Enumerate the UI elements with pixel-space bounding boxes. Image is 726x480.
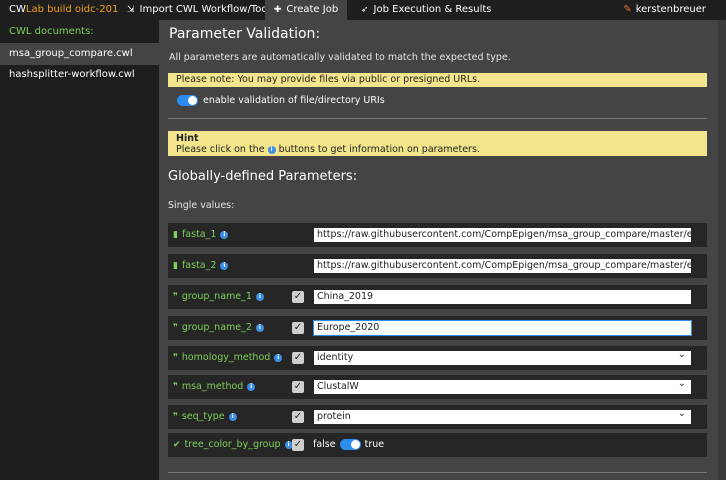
uri-validation-label: enable validation of file/directory URIs: [203, 95, 385, 106]
sidebar-item-hashsplitter[interactable]: hashsplitter-workflow.cwl: [0, 64, 159, 86]
quote-icon: ❞: [173, 323, 178, 333]
presigned-url-note: Please note: You may provide files via p…: [168, 73, 707, 87]
param-row-seq-type: ❞ seq_type i ✓ protein: [168, 405, 707, 429]
hint-title: Hint: [176, 133, 199, 144]
param-enabled-checkbox[interactable]: ✓: [292, 411, 304, 423]
nav-create-job[interactable]: ✚ Create Job: [265, 0, 347, 20]
brand-build: Lab build oidc-201: [25, 4, 119, 15]
quote-icon: ❞: [173, 353, 178, 363]
rocket-icon: ➶: [361, 5, 369, 15]
fasta-2-input[interactable]: https://raw.githubusercontent.com/CompEp…: [314, 259, 691, 273]
tree-color-toggle[interactable]: [339, 439, 361, 450]
param-enabled-checkbox[interactable]: ✓: [292, 439, 304, 451]
param-enabled-checkbox[interactable]: ✓: [292, 381, 304, 393]
param-label: ❞ homology_method i: [173, 346, 283, 370]
param-name: fasta_1: [181, 229, 217, 240]
param-label: ❞ group_name_2 i: [173, 316, 264, 340]
nav-import-cwl[interactable]: ⇲ Import CWL Workflow/Tool: [127, 0, 270, 20]
validation-title: Parameter Validation:: [169, 26, 321, 42]
uri-validation-row: enable validation of file/directory URIs: [177, 95, 385, 106]
param-name: msa_method: [181, 381, 244, 392]
nav-job-execution[interactable]: ➶ Job Execution & Results: [361, 0, 491, 20]
info-icon[interactable]: i: [274, 353, 283, 362]
pen-icon: ✎: [623, 4, 632, 15]
plus-icon: ✚: [273, 5, 282, 15]
info-icon[interactable]: i: [255, 323, 264, 332]
hint-text-before: Please click on the: [176, 144, 265, 155]
single-values-heading: Single values:: [168, 200, 235, 211]
quote-icon: ❞: [173, 292, 178, 302]
param-label: ❞ msa_method i: [173, 375, 256, 399]
user-menu[interactable]: ✎ kerstenbreuer: [623, 0, 706, 20]
file-icon: ▮: [173, 230, 178, 240]
sidebar: CWL documents: msa_group_compare.cwl has…: [0, 20, 159, 480]
nav-exec-label: Job Execution & Results: [373, 4, 492, 15]
sidebar-heading: CWL documents:: [9, 26, 94, 37]
param-enabled-checkbox[interactable]: ✓: [292, 352, 304, 364]
import-icon: ⇲: [127, 5, 135, 15]
seq-type-select[interactable]: protein: [314, 410, 691, 424]
param-label: ▮ fasta_2 i: [173, 254, 229, 278]
param-label: ❞ group_name_1 i: [173, 285, 264, 309]
auto-validation-note: All parameters are automatically validat…: [169, 52, 511, 63]
param-label: ▮ fasta_1 i: [173, 223, 229, 247]
param-name: tree_color_by_group: [184, 439, 281, 450]
global-params-title: Globally-defined Parameters:: [168, 169, 358, 184]
msa-method-select[interactable]: ClustalW: [314, 380, 691, 394]
app-brand[interactable]: CWLab build oidc-201: [9, 4, 118, 15]
param-enabled-checkbox[interactable]: ✓: [292, 322, 304, 334]
quote-icon: ❞: [173, 412, 178, 422]
nav-import-label: Import CWL Workflow/Tool: [139, 4, 271, 15]
sidebar-item-msa-group-compare[interactable]: msa_group_compare.cwl: [0, 43, 159, 65]
param-row-tree-color-by-group: ✔ tree_color_by_group i ✓ false true: [168, 433, 707, 457]
hint-text: Please click on the i buttons to get inf…: [176, 144, 707, 155]
group-name-1-input[interactable]: China_2019: [314, 290, 691, 304]
main-content: Parameter Validation: All parameters are…: [159, 20, 726, 480]
param-row-fasta-2: ▮ fasta_2 i https://raw.githubusercontent.…: [168, 254, 707, 278]
tree-color-bool: false true: [313, 433, 384, 457]
info-icon[interactable]: i: [220, 230, 229, 239]
info-icon: i: [267, 145, 276, 154]
nav-create-label: Create Job: [286, 4, 339, 15]
username: kerstenbreuer: [635, 4, 706, 15]
info-icon[interactable]: i: [247, 382, 256, 391]
param-name: homology_method: [181, 352, 271, 363]
uri-validation-toggle[interactable]: [177, 95, 198, 106]
fasta-1-input[interactable]: https://raw.githubusercontent.com/CompEp…: [314, 228, 691, 242]
param-name: group_name_1: [181, 291, 252, 302]
quote-icon: ❞: [173, 382, 178, 392]
param-row-fasta-1: ▮ fasta_1 i https://raw.githubusercontent.…: [168, 223, 707, 247]
param-label: ✔ tree_color_by_group i: [173, 433, 293, 457]
brand-cw: CW: [9, 4, 26, 15]
file-icon: ▮: [173, 261, 178, 271]
top-navbar: CWLab build oidc-201 ⇲ Import CWL Workflo…: [0, 0, 726, 20]
param-row-group-name-2: ❞ group_name_2 i ✓ Europe_2020: [168, 316, 707, 340]
info-icon[interactable]: i: [220, 261, 229, 270]
divider: [168, 472, 707, 473]
param-label: ❞ seq_type i: [173, 405, 237, 429]
hint-text-after: buttons to get information on parameters…: [278, 144, 480, 155]
homology-method-select[interactable]: identity: [314, 351, 691, 365]
param-name: fasta_2: [181, 260, 217, 271]
check-icon: ✔: [173, 440, 181, 450]
info-icon[interactable]: i: [255, 292, 264, 301]
param-name: group_name_2: [181, 322, 252, 333]
divider: [168, 118, 707, 119]
param-row-msa-method: ❞ msa_method i ✓ ClustalW: [168, 375, 707, 399]
param-enabled-checkbox[interactable]: ✓: [292, 291, 304, 303]
info-icon[interactable]: i: [228, 412, 237, 421]
scrollbar[interactable]: [718, 20, 726, 480]
bool-true-label: true: [364, 439, 385, 450]
param-name: seq_type: [181, 411, 225, 422]
group-name-2-input[interactable]: Europe_2020: [313, 320, 692, 336]
bool-false-label: false: [313, 439, 336, 450]
hint-box: Hint Please click on the i buttons to ge…: [168, 131, 707, 156]
param-row-group-name-1: ❞ group_name_1 i ✓ China_2019: [168, 285, 707, 309]
param-row-homology-method: ❞ homology_method i ✓ identity: [168, 346, 707, 370]
